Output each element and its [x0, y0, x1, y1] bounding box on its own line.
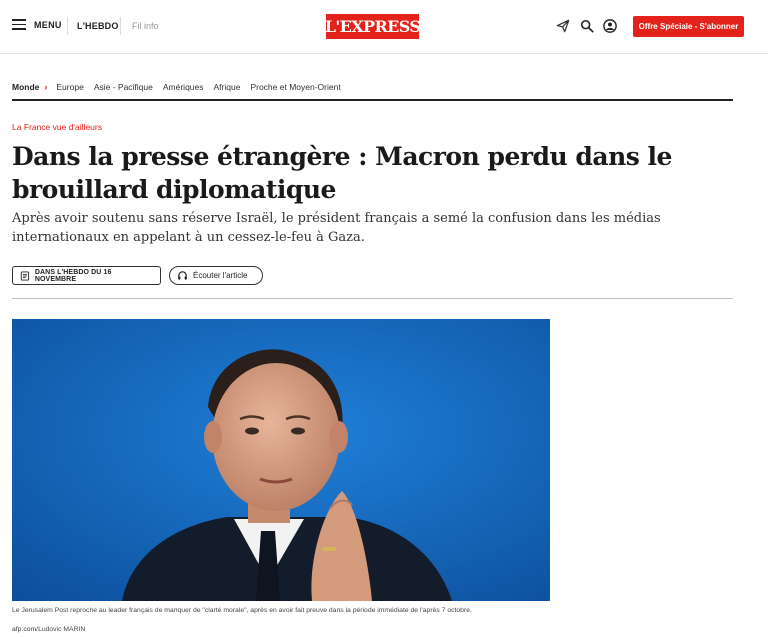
header-divider — [120, 17, 121, 35]
listen-article-button[interactable]: Écouter l'article — [169, 266, 263, 285]
menu-button[interactable]: MENU — [12, 19, 62, 30]
headphones-icon — [178, 271, 187, 280]
site-logo[interactable]: L'EXPRESS — [325, 14, 421, 39]
hebdo-link[interactable]: L'HEBDO — [77, 21, 119, 31]
divider — [12, 298, 733, 299]
nav-item-proche-moyen-orient[interactable]: Proche et Moyen-Orient — [250, 82, 340, 92]
top-header: MENU L'HEBDO Fil info L'EXPRESS Offre Sp… — [0, 0, 768, 54]
document-icon — [20, 270, 30, 281]
chevron-right-icon: › — [44, 82, 48, 92]
account-icon[interactable] — [603, 19, 617, 33]
nav-item-afrique[interactable]: Afrique — [214, 82, 241, 92]
photo-caption: Le Jerusalem Post reproche au leader fra… — [12, 607, 472, 614]
article-kicker[interactable]: La France vue d'ailleurs — [12, 122, 102, 132]
article-headline: Dans la presse étrangère : Macron perdu … — [12, 142, 672, 204]
send-icon[interactable] — [556, 19, 570, 33]
section-current[interactable]: Monde — [12, 82, 39, 92]
subscribe-offer-button[interactable]: Offre Spéciale - S'abonner — [633, 16, 744, 37]
listen-article-label: Écouter l'article — [193, 271, 248, 280]
fil-info-link[interactable]: Fil info — [132, 21, 159, 31]
nav-item-ameriques[interactable]: Amériques — [163, 82, 204, 92]
search-icon[interactable] — [580, 19, 594, 33]
menu-label: MENU — [34, 19, 62, 30]
nav-item-europe[interactable]: Europe — [56, 82, 83, 92]
section-nav: Monde › Europe Asie - Pacifique Amérique… — [12, 82, 733, 101]
article-photo — [12, 319, 550, 601]
hebdo-issue-badge[interactable]: DANS L'HEBDO DU 16 NOVEMBRE — [12, 266, 161, 285]
hamburger-icon — [12, 19, 26, 30]
article-standfirst: Après avoir soutenu sans réserve Israël,… — [12, 211, 661, 245]
photo-credit: afp.com/Ludovic MARIN — [12, 626, 86, 633]
hebdo-issue-label: DANS L'HEBDO DU 16 NOVEMBRE — [34, 268, 112, 283]
nav-item-asie-pacifique[interactable]: Asie - Pacifique — [94, 82, 153, 92]
header-divider — [67, 17, 68, 35]
